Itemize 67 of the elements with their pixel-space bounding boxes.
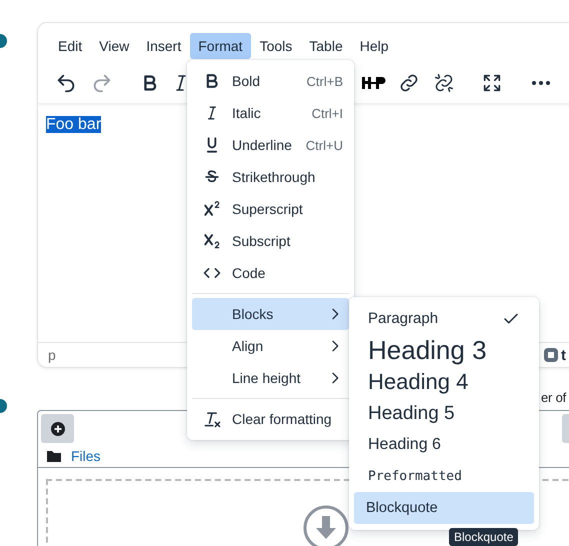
add-file-button[interactable] <box>41 414 74 443</box>
menu-item[interactable]: Preformatted <box>354 460 534 492</box>
menu-item[interactable]: Insert <box>138 33 190 59</box>
shortcut-text: Ctrl+B <box>306 74 343 88</box>
undo-icon <box>55 72 77 94</box>
menu-item[interactable]: View <box>91 33 138 59</box>
menu-item[interactable]: Bold Ctrl+B <box>192 65 349 97</box>
logo-icon <box>543 347 559 363</box>
menu-item-label: Strikethrough <box>232 169 316 185</box>
menu-item[interactable]: Align <box>192 330 349 362</box>
element-path[interactable]: p <box>48 347 56 363</box>
menu-item-label: Bold <box>232 73 260 89</box>
menu-item[interactable]: Heading 3 <box>354 334 534 366</box>
menu-item[interactable]: Format <box>190 33 251 59</box>
folder-icon <box>47 450 61 462</box>
menu-item-label: Subscript <box>232 233 290 249</box>
more-icon <box>532 81 550 85</box>
menu-item[interactable]: Help <box>352 33 397 59</box>
menu-item-label: Clear formatting <box>232 411 332 427</box>
menu-item[interactable]: Paragraph <box>354 303 534 334</box>
menu-item[interactable]: Underline Ctrl+U <box>192 129 349 161</box>
menu-item[interactable]: Italic Ctrl+I <box>192 97 349 129</box>
unlink-icon <box>433 72 455 94</box>
menu-item[interactable]: Heading 6 <box>354 429 534 460</box>
redo-icon <box>91 72 113 94</box>
content-text: Foo bar <box>46 116 102 133</box>
menu-item[interactable]: Strikethrough <box>192 161 349 193</box>
menu-item[interactable]: Blockquote <box>354 492 534 524</box>
plus-icon <box>50 422 64 436</box>
italic-icon <box>176 75 186 91</box>
menu-item-label: Blocks <box>232 306 274 322</box>
menu-item[interactable]: Line height <box>192 362 349 394</box>
files-link[interactable]: Files <box>71 448 101 464</box>
logo-text: t <box>561 346 566 364</box>
menu-item-label: Blockquote <box>366 500 438 515</box>
menu-item-label: Preformatted <box>368 470 462 483</box>
menu-item[interactable]: Tools <box>252 33 300 59</box>
menu-item[interactable]: Superscript <box>192 193 349 225</box>
fullscreen-icon <box>481 72 503 94</box>
menu-item-label: Paragraph <box>368 311 438 326</box>
menu-item-label: Italic <box>232 105 261 121</box>
menu-item[interactable]: Clear formatting <box>192 403 349 435</box>
menu-item[interactable]: Edit <box>50 33 90 59</box>
menu-item[interactable]: Subscript <box>192 225 349 257</box>
superscript-icon <box>202 199 222 219</box>
download-icon <box>303 505 349 546</box>
menu-item-label: Underline <box>232 137 292 153</box>
tooltip: Blockquote <box>449 528 518 546</box>
menu-item[interactable]: Heading 4 <box>354 366 534 398</box>
menu-item[interactable]: Code <box>192 257 349 289</box>
menu-item-label: Superscript <box>232 201 303 217</box>
menu-item-label: Code <box>232 265 266 281</box>
menu-item[interactable]: Blocks <box>192 298 349 330</box>
shortcut-text: Ctrl+U <box>306 138 343 152</box>
menu-item-label: Heading 3 <box>368 337 487 364</box>
subscript-icon <box>202 231 222 251</box>
h5p-logo-icon <box>361 76 387 90</box>
menu-item-label: Align <box>232 338 264 354</box>
menu-item-label: Heading 5 <box>368 404 455 423</box>
shortcut-text: Ctrl+I <box>312 106 343 120</box>
menu-item-label: Heading 6 <box>368 436 441 453</box>
menu-item-label: Line height <box>232 370 301 386</box>
label-text: er of <box>541 390 566 405</box>
menu-item[interactable]: Table <box>301 33 351 59</box>
menu-item-label: Heading 4 <box>368 370 468 393</box>
link-icon <box>398 72 420 94</box>
menu-item[interactable]: Heading 5 <box>354 398 534 429</box>
